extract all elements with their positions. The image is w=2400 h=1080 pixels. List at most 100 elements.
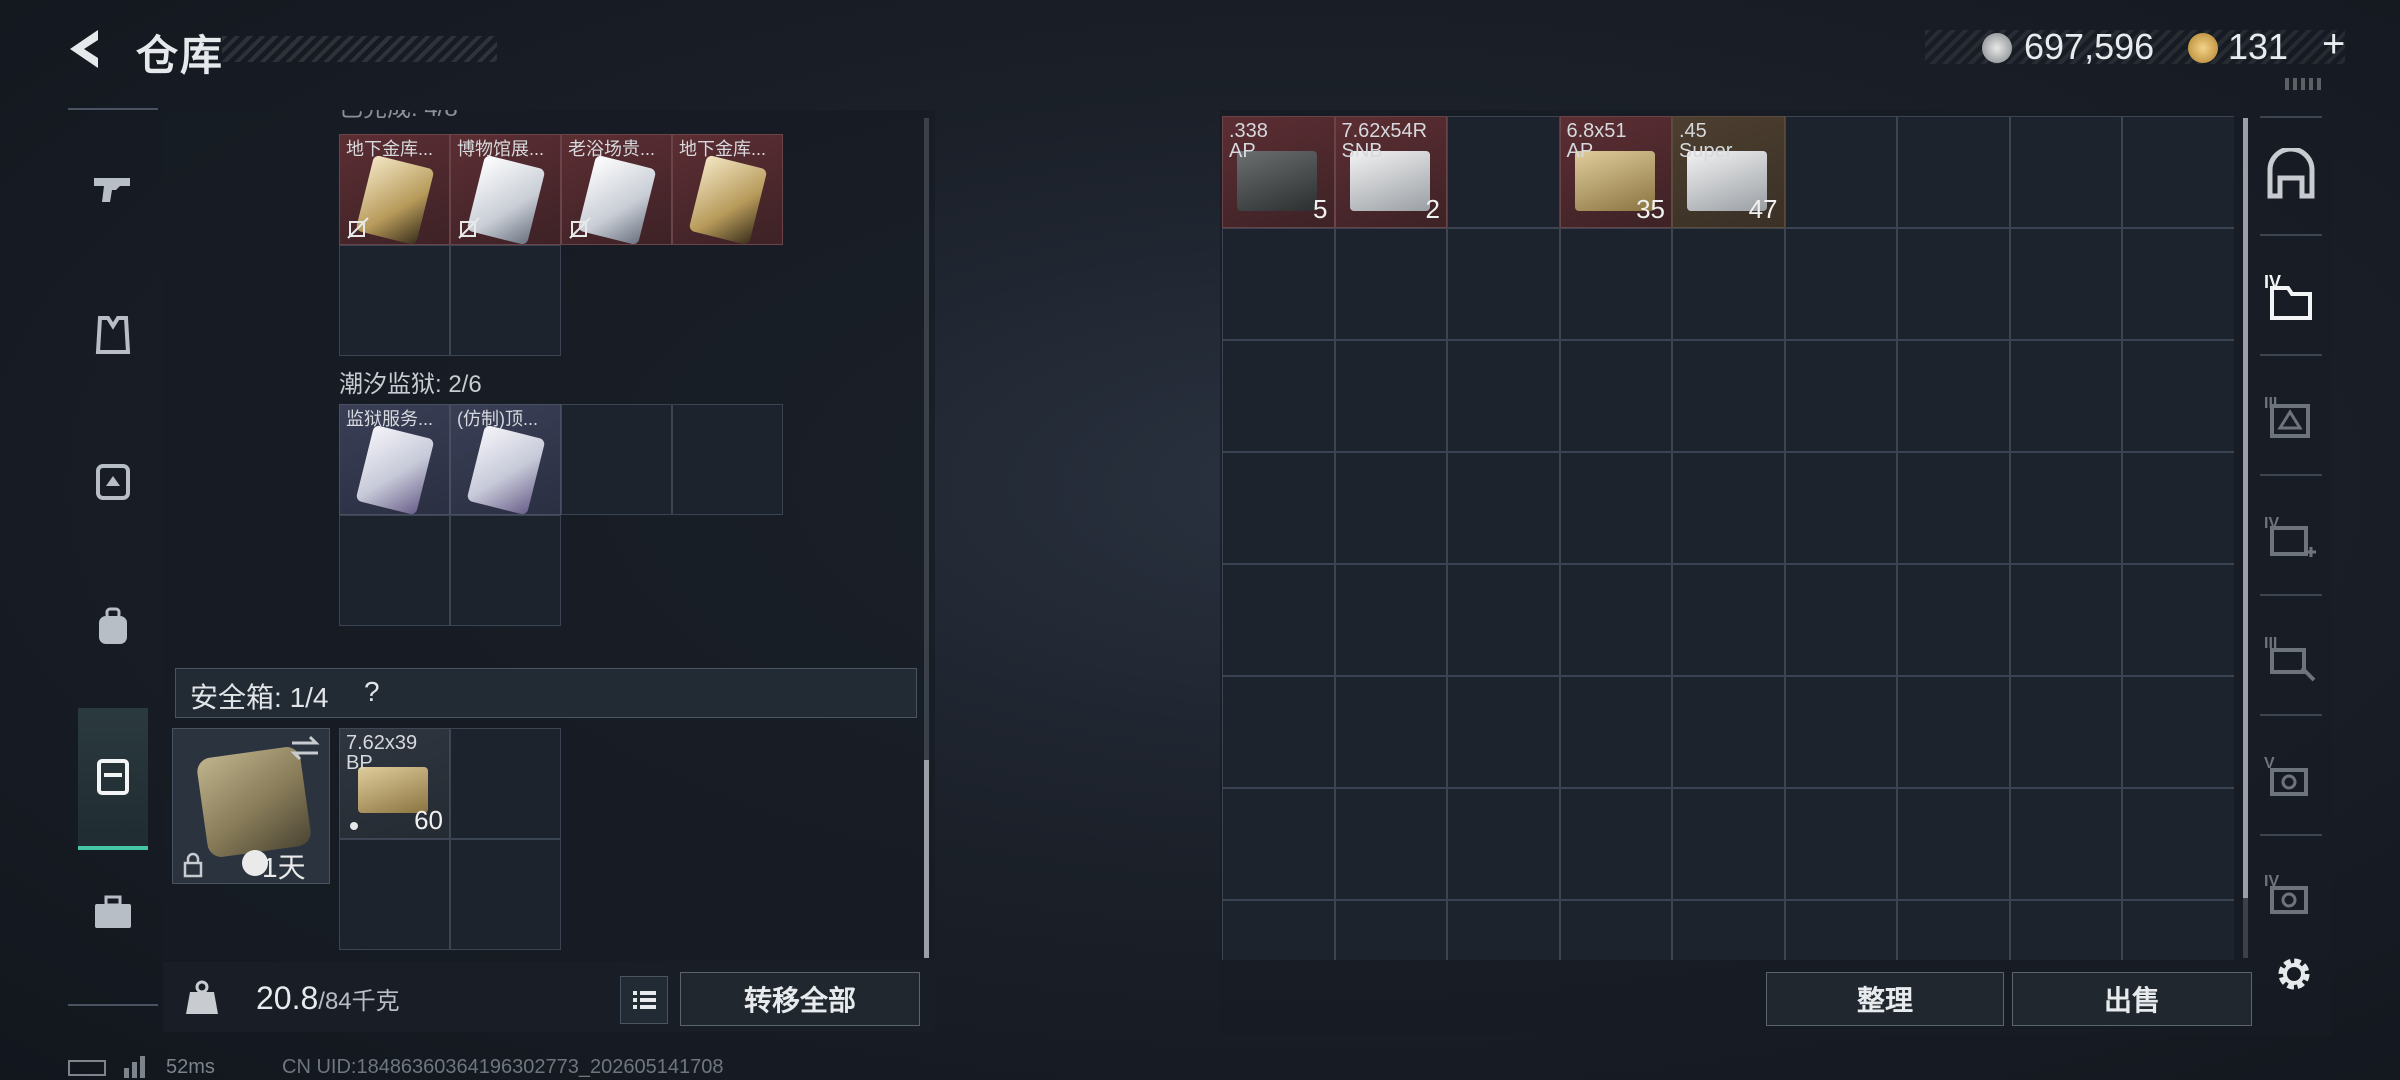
storage-slot[interactable] (1672, 564, 1785, 676)
storage-slot[interactable] (1672, 788, 1785, 900)
armor-bench-icon[interactable]: III (2262, 388, 2320, 446)
gear-icon[interactable] (2270, 950, 2318, 998)
storage-slot[interactable] (1447, 676, 1560, 788)
storage-slot[interactable] (1334, 340, 1447, 452)
storage-slot[interactable] (1672, 340, 1785, 452)
storage-slot[interactable] (1222, 788, 1335, 900)
storage-slot[interactable] (1897, 228, 2010, 340)
storage-slot[interactable] (1222, 340, 1335, 452)
vault-icon[interactable] (2262, 146, 2320, 206)
storage-slot[interactable] (1447, 452, 1560, 564)
storage-slot[interactable] (2122, 676, 2234, 788)
storage-slot[interactable] (1784, 340, 1897, 452)
storage-slot[interactable] (1559, 228, 1672, 340)
storage-slot[interactable] (2122, 340, 2234, 452)
storage-slot[interactable] (2122, 788, 2234, 900)
storage-slot[interactable] (1784, 900, 1897, 960)
storage-slot[interactable] (1672, 676, 1785, 788)
workbench-icon[interactable]: III (2262, 628, 2320, 686)
safe-box-ammo-item[interactable]: 7.62x39 BP 60 (339, 728, 450, 839)
storage-slot[interactable] (1559, 900, 1672, 960)
storage-slot[interactable] (1784, 676, 1897, 788)
transfer-all-button[interactable]: 转移全部 (680, 972, 920, 1026)
storage-slot[interactable] (1784, 564, 1897, 676)
empty-slot[interactable] (339, 839, 450, 950)
storage-slot[interactable] (1222, 452, 1335, 564)
storage-slot[interactable] (2009, 340, 2122, 452)
empty-slot[interactable] (450, 839, 561, 950)
storage-slot[interactable] (2009, 788, 2122, 900)
ammo-item[interactable]: 7.62x54R SNB 2 (1334, 116, 1447, 228)
storage-slot[interactable] (1897, 676, 2010, 788)
storage-slot[interactable] (1447, 116, 1560, 228)
storage-slot[interactable] (1672, 228, 1785, 340)
storage-slot[interactable] (1559, 676, 1672, 788)
storage-slot[interactable] (1784, 228, 1897, 340)
storage-slot[interactable] (2122, 564, 2234, 676)
storage-slot[interactable] (2122, 900, 2234, 960)
sell-button[interactable]: 出售 (2012, 972, 2252, 1026)
safe-case-icon[interactable] (90, 753, 136, 799)
storage-slot[interactable] (1334, 452, 1447, 564)
storage-slot[interactable] (1222, 228, 1335, 340)
swap-icon[interactable] (288, 734, 322, 762)
key-card-item[interactable]: 地下金库... (339, 134, 450, 245)
storage-folder-icon[interactable]: IV (2262, 268, 2320, 326)
empty-slot[interactable] (339, 245, 450, 356)
key-card-item[interactable]: 博物馆展... (450, 134, 561, 245)
empty-slot[interactable] (450, 728, 561, 839)
storage-slot[interactable] (1897, 564, 2010, 676)
storage-slot[interactable] (1672, 452, 1785, 564)
tech-station-icon[interactable]: V (2262, 748, 2320, 806)
key-card-item[interactable]: 监狱服务... (339, 404, 450, 515)
storage-slot[interactable] (1559, 564, 1672, 676)
list-view-button[interactable] (620, 976, 668, 1024)
backpack-icon[interactable] (90, 604, 136, 650)
empty-slot[interactable] (450, 515, 561, 626)
armor-vest-icon[interactable] (90, 312, 136, 358)
storage-slot[interactable] (1559, 340, 1672, 452)
storage-slot[interactable] (1222, 900, 1335, 960)
storage-slot[interactable] (2009, 676, 2122, 788)
storage-slot[interactable] (1334, 788, 1447, 900)
key-card-item[interactable]: (仿制)顶... (450, 404, 561, 515)
ammo-item[interactable]: .338 AP 5 (1222, 116, 1335, 228)
storage-slot[interactable] (1447, 228, 1560, 340)
ammo-item[interactable]: .45 Super 47 (1672, 116, 1785, 228)
storage-slot[interactable] (1447, 564, 1560, 676)
storage-slot[interactable] (1222, 564, 1335, 676)
toolbox-icon[interactable] (90, 890, 136, 936)
storage-slot[interactable] (1334, 676, 1447, 788)
organize-button[interactable]: 整理 (1766, 972, 2004, 1026)
empty-slot[interactable] (450, 245, 561, 356)
storage-slot[interactable] (1784, 116, 1897, 228)
storage-slot[interactable] (1334, 900, 1447, 960)
empty-slot[interactable] (561, 404, 672, 515)
empty-slot[interactable] (672, 404, 783, 515)
storage-slot[interactable] (1334, 228, 1447, 340)
storage-slot[interactable] (1447, 900, 1560, 960)
storage-slot[interactable] (1897, 340, 2010, 452)
storage-slot[interactable] (1447, 340, 1560, 452)
storage-slot[interactable] (1784, 788, 1897, 900)
storage-slot[interactable] (2009, 452, 2122, 564)
storage-slot[interactable] (1897, 788, 2010, 900)
gun-bench-icon[interactable]: IV (2262, 866, 2320, 924)
storage-scrollbar-thumb[interactable] (2243, 118, 2248, 898)
key-card-item[interactable]: 老浴场贵... (561, 134, 672, 245)
storage-slot[interactable] (1447, 788, 1560, 900)
chest-rig-icon[interactable] (90, 458, 136, 504)
storage-slot[interactable] (2122, 228, 2234, 340)
ammo-item[interactable]: 6.8x51 AP 35 (1559, 116, 1672, 228)
storage-slot[interactable] (2009, 900, 2122, 960)
pistol-icon[interactable] (90, 166, 136, 212)
help-button[interactable]: ? (364, 676, 380, 708)
add-currency-button[interactable]: + (2322, 22, 2345, 67)
key-card-item[interactable]: 地下金库... (672, 134, 783, 245)
left-scrollbar-thumb[interactable] (924, 760, 929, 958)
storage-slot[interactable] (1559, 452, 1672, 564)
storage-slot[interactable] (1784, 452, 1897, 564)
storage-slot[interactable] (1897, 116, 2010, 228)
storage-slot[interactable] (1672, 900, 1785, 960)
storage-slot[interactable] (1897, 452, 2010, 564)
